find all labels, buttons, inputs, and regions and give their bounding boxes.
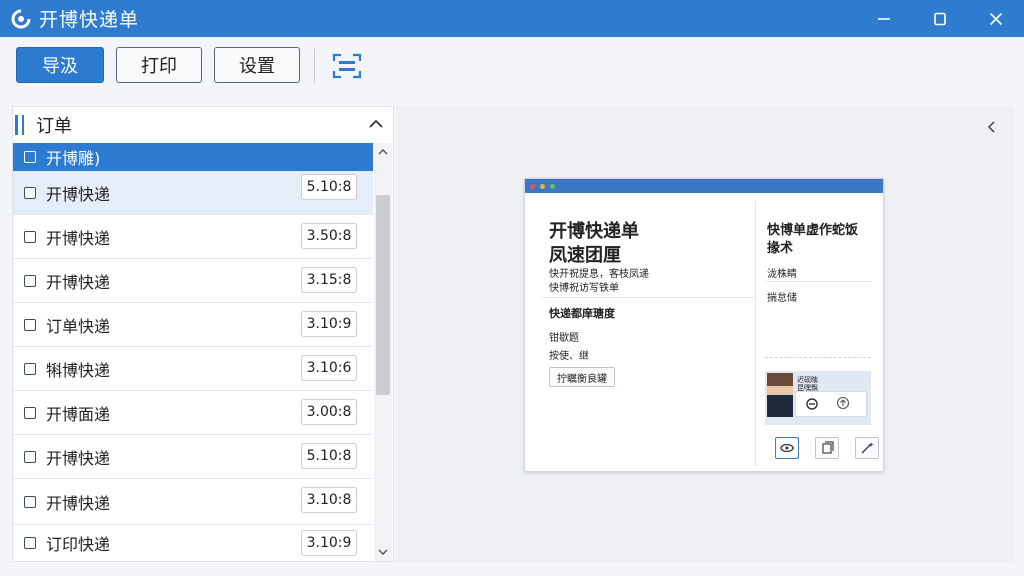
close-icon — [989, 12, 1003, 25]
list-item[interactable]: 订单快递 3.10:9 — [13, 303, 373, 347]
chevron-up-icon[interactable] — [377, 147, 389, 157]
preview-text: 按使、继 — [549, 351, 589, 362]
preview-subtitle: 快开祝提息，客枝凤递 — [549, 269, 649, 280]
maximize-icon — [934, 12, 946, 25]
preview-titlebar — [525, 179, 883, 193]
eye-icon — [775, 437, 799, 459]
label-preview: 开博快递单 凤速团厘 快开祝提息，客枝凤递 快博祝访写铁单 快递都庠瑭度 钳歇题… — [524, 178, 884, 472]
checkbox[interactable] — [24, 537, 36, 549]
chevron-down-icon[interactable] — [377, 547, 389, 557]
preview-text: 钳歇题 — [549, 333, 579, 344]
preview-panel: 开博快递单 凤速团厘 快开祝提息，客枝凤递 快博祝访写铁单 快递都庠瑭度 钳歇题… — [396, 106, 1014, 562]
row-value: 3.10:9 — [301, 530, 357, 556]
row-label: 开博快递 — [46, 228, 111, 248]
print-button[interactable]: 打印 — [116, 47, 202, 83]
row-label: 犐博快递 — [46, 360, 111, 380]
toolbar-divider — [314, 49, 315, 83]
checkbox[interactable] — [24, 495, 36, 508]
preview-main: 开博快递单 凤速团厘 快开祝提息，客枝凤递 快博祝访写铁单 快递都庠瑭度 钳歇题… — [533, 201, 756, 467]
list-item[interactable]: 犐博快递 3.10:6 — [13, 347, 373, 391]
copy-icon — [815, 437, 839, 459]
minimize-button[interactable] — [856, 0, 912, 37]
list-item[interactable]: 开博快递 3.10:8 — [13, 479, 373, 525]
preview-side-text: 泷株睛 — [767, 269, 797, 280]
preview-subtitle: 快博祝访写铁单 — [549, 283, 619, 294]
row-value: 5.10:8 — [301, 174, 357, 200]
row-label: 订印快递 — [46, 535, 111, 554]
divider — [765, 281, 871, 282]
checkbox[interactable] — [24, 274, 36, 287]
checkbox[interactable] — [24, 362, 36, 375]
row-label: 开博快递 — [46, 493, 111, 513]
row-value: 3.15:8 — [301, 267, 357, 293]
order-list: 开博雕) 开博快递 5.10:8 开博快递 3.50:8 开博快递 3.15:8… — [13, 143, 373, 561]
checkbox[interactable] — [24, 406, 36, 419]
list-item[interactable]: 开博雕) — [13, 143, 373, 171]
minimize-dot-icon — [540, 183, 545, 189]
close-dot-icon — [530, 183, 535, 189]
checkbox[interactable] — [24, 186, 36, 199]
list-item[interactable]: 开博面递 3.00:8 — [13, 391, 373, 435]
checkbox[interactable] — [24, 151, 36, 163]
preview-side-text: 揣怠储 — [767, 293, 797, 304]
preview-side: 快博单虚作蛇饭 掾术 泷株睛 揣怠储 迟砚瞎 昆嘿飘 — [765, 201, 879, 467]
preview-side-title: 快博单虚作蛇饭 — [767, 223, 859, 238]
maximize-button[interactable] — [912, 0, 968, 37]
checkbox[interactable] — [24, 230, 36, 243]
list-item[interactable]: 开博快递 5.10:8 — [13, 171, 373, 215]
minimize-icon — [878, 17, 890, 20]
row-value: 3.50:8 — [301, 223, 357, 249]
checkbox[interactable] — [24, 450, 36, 463]
row-label: 开博雕) — [46, 149, 101, 168]
export-button[interactable]: 导汲 — [16, 47, 104, 83]
row-label: 开博快递 — [46, 184, 111, 204]
order-panel: 订单 开博雕) 开博快递 5.10:8 开博快递 3.50:8 开博快递 3.1… — [12, 106, 394, 562]
row-value: 3.10:6 — [301, 355, 357, 381]
link-icon — [806, 398, 818, 410]
close-button[interactable] — [968, 0, 1024, 37]
window-title: 开博快递单 — [39, 9, 140, 31]
accent-bar — [15, 115, 18, 135]
list-item[interactable]: 开博快递 5.10:8 — [13, 435, 373, 479]
row-value: 5.10:8 — [301, 443, 357, 469]
upload-icon — [836, 396, 850, 410]
scroll-thumb[interactable] — [376, 195, 390, 395]
row-label: 开博快递 — [46, 448, 111, 468]
row-value: 3.10:9 — [301, 311, 357, 337]
row-value: 3.10:8 — [301, 487, 357, 513]
scan-icon[interactable] — [332, 53, 362, 79]
preview-title: 开博快递单 — [549, 221, 639, 242]
row-label: 开博面递 — [46, 404, 111, 424]
row-label: 开博快递 — [46, 272, 111, 292]
preview-photo-card: 迟砚瞎 昆嘿飘 — [765, 371, 871, 425]
preview-side-title: 掾术 — [767, 241, 794, 256]
list-item[interactable]: 开博快递 3.50:8 — [13, 215, 373, 259]
accent-bar — [22, 115, 24, 135]
row-label: 订单快递 — [46, 316, 111, 336]
panel-header[interactable]: 订单 — [13, 107, 393, 143]
photo-overlay — [795, 391, 867, 417]
avatar — [767, 373, 793, 417]
chevron-left-icon[interactable] — [986, 120, 998, 134]
toolbar: 导汲 打印 设置 — [0, 37, 1024, 99]
preview-button: 拧瞩衡良罐 — [549, 367, 615, 387]
app-window: 开博快递单 导汲 打印 设置 订单 开博雕) 开博快递 5.10:8 开博快递 … — [0, 0, 1024, 576]
panel-title: 订单 — [36, 116, 72, 137]
settings-button[interactable]: 设置 — [214, 47, 300, 83]
divider — [541, 297, 755, 298]
list-item[interactable]: 订印快递 3.10:9 — [13, 525, 373, 561]
window-controls — [856, 0, 1024, 37]
checkbox[interactable] — [24, 318, 36, 331]
magic-icon — [855, 437, 879, 459]
row-value: 3.00:8 — [301, 399, 357, 425]
chevron-up-icon[interactable] — [367, 115, 385, 133]
preview-title: 凤速团厘 — [549, 245, 621, 266]
list-scrollbar[interactable] — [374, 143, 392, 561]
maximize-dot-icon — [550, 183, 555, 189]
app-logo-icon — [11, 8, 31, 28]
title-bar: 开博快递单 — [0, 0, 1024, 37]
preview-section-title: 快递都庠瑭度 — [549, 307, 615, 320]
list-item[interactable]: 开博快递 3.15:8 — [13, 259, 373, 303]
divider — [765, 357, 871, 359]
